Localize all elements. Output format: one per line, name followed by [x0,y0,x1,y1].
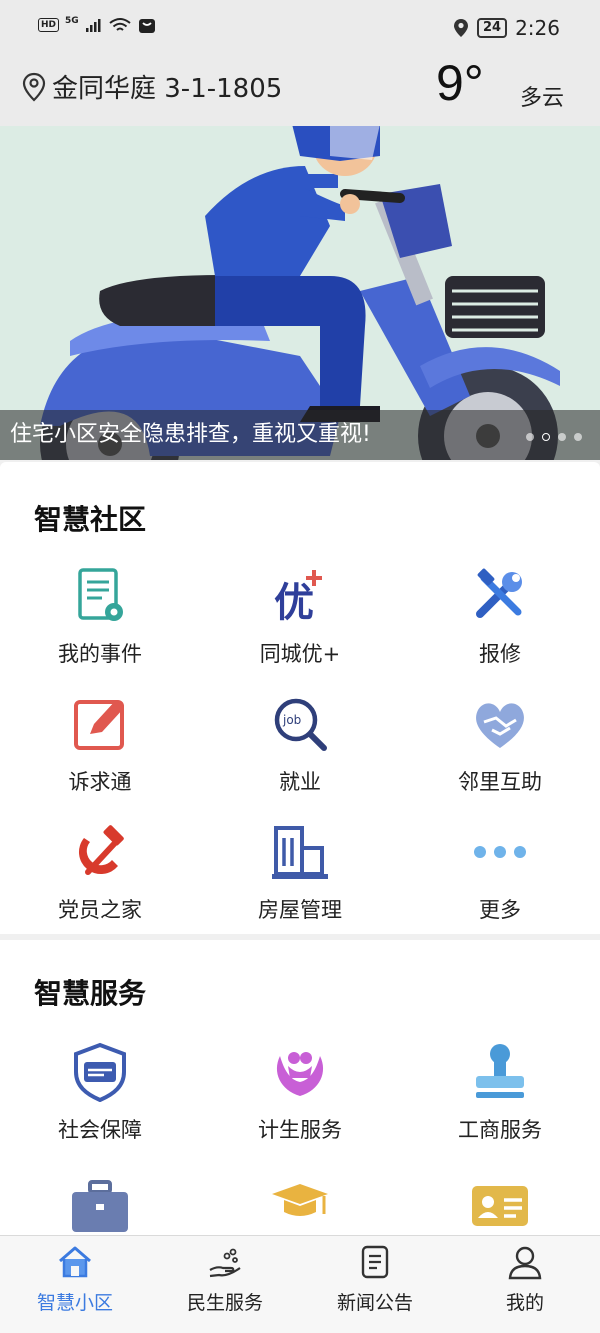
news-doc-icon [361,1245,389,1279]
header: 金同华庭 3-1-1805 9° 多云 [0,55,600,126]
grid-item-family-planning[interactable]: 计生服务 [200,1042,400,1144]
network-label: 5G [65,16,79,26]
tab-label: 我的 [505,1292,544,1314]
grid-item-my-events[interactable]: 我的事件 [0,566,200,668]
family-care-icon [276,1052,324,1096]
tab-mine[interactable]: 我的 [450,1236,600,1333]
grid-item-label: 同城优+ [259,642,341,666]
grid-item-label: 党员之家 [58,898,142,922]
hd-badge: HD [38,18,60,32]
temperature: 9° [436,55,484,111]
grid-item-briefcase[interactable] [0,1178,200,1238]
location-status-icon [453,19,468,37]
handshake-heart-icon [476,703,524,748]
grid-item-more[interactable]: 更多 [400,822,600,924]
grid-item-education[interactable] [200,1178,400,1238]
bottom-tab-bar: 智慧小区 民生服务 新闻公告 我的 [0,1235,600,1333]
grid-item-label: 我的事件 [58,642,142,666]
smart-community-panel: 智慧社区 我的事件 优 同城优+ 报修 诉求通 job 就业 邻里互助 党员之家… [0,462,600,934]
grid-item-label: 就业 [279,770,321,794]
hammer-sickle-icon [78,825,124,875]
carousel-dot[interactable] [526,433,534,441]
grid-item-social-security[interactable]: 社会保障 [0,1042,200,1144]
smart-service-panel: 智慧服务 社会保障 计生服务 工商服务 [0,940,600,1240]
banner-caption[interactable]: 住宅小区安全隐患排查，重视又重视! [0,410,600,460]
smart-service-title: 智慧服务 [34,977,147,1010]
grid-item-label: 计生服务 [258,1118,342,1142]
id-card-icon [472,1186,528,1226]
tab-smart-community[interactable]: 智慧小区 [0,1236,150,1333]
tab-news[interactable]: 新闻公告 [300,1236,450,1333]
user-icon [508,1246,542,1280]
tab-label: 民生服务 [186,1292,263,1314]
graduation-cap-icon [272,1184,328,1216]
location-selector[interactable]: 金同华庭 3-1-1805 [22,68,282,105]
grid-item-id-card[interactable] [400,1178,600,1238]
grid-item-business-service[interactable]: 工商服务 [400,1042,600,1144]
svg-text:job: job [282,713,301,727]
status-right: 24 2:26 [453,16,560,40]
wifi-icon [109,18,131,31]
weather-condition: 多云 [520,86,565,111]
tab-livelihood-service[interactable]: 民生服务 [150,1236,300,1333]
svg-text:优: 优 [274,580,314,626]
you-plus-icon: 优 [274,570,322,626]
location-label: 金同华庭 3-1-1805 [52,74,283,104]
buildings-icon [272,826,328,879]
grid-item-label: 工商服务 [458,1118,542,1142]
location-pin-icon [22,72,46,102]
more-dots-icon [474,846,526,858]
stamp-icon [476,1044,524,1098]
signal-icon [85,19,101,32]
grid-item-tongcheng-you[interactable]: 优 同城优+ [200,566,400,668]
home-icon [59,1246,91,1278]
clock: 2:26 [515,16,560,40]
carousel-dot[interactable] [558,433,566,441]
grid-item-label: 报修 [479,642,521,666]
grid-item-label: 邻里互助 [458,770,542,794]
grid-item-job[interactable]: job 就业 [200,694,400,796]
carousel-dot-active[interactable] [542,433,550,441]
grid-item-repair[interactable]: 报修 [400,566,600,668]
grid-item-housing[interactable]: 房屋管理 [200,822,400,924]
battery-indicator: 24 [476,18,508,38]
status-left: HD 5G [38,16,157,34]
carousel-dot[interactable] [574,433,582,441]
tab-label: 新闻公告 [336,1292,413,1314]
tools-icon [476,568,522,618]
grid-item-label: 诉求通 [68,770,132,794]
shield-card-icon [74,1042,126,1102]
tab-label: 智慧小区 [36,1292,113,1314]
notification-bag-icon [138,19,155,33]
grid-item-label: 更多 [479,898,521,922]
briefcase-icon [72,1180,128,1232]
grid-item-party-home[interactable]: 党员之家 [0,822,200,924]
smart-community-title: 智慧社区 [34,503,147,536]
grid-item-label: 社会保障 [58,1118,142,1142]
status-bar: HD 5G 24 2:26 [0,0,600,58]
job-search-icon: job [274,698,327,751]
grid-item-label: 房屋管理 [258,898,342,922]
grid-item-neighbor-help[interactable]: 邻里互助 [400,694,600,796]
edit-note-icon [74,700,124,750]
document-gear-icon [78,568,123,621]
carousel-indicators [526,433,582,441]
grid-item-appeal[interactable]: 诉求通 [0,694,200,796]
hand-service-icon [209,1248,241,1278]
